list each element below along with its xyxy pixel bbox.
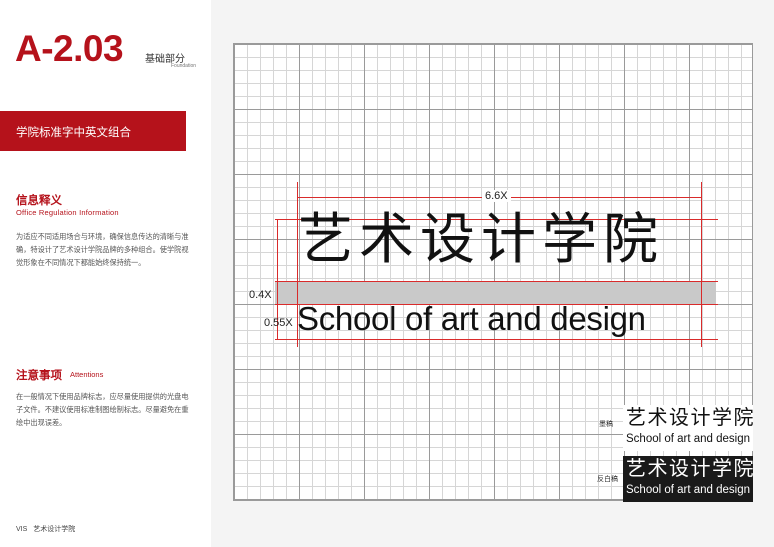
logo-chinese: 艺术设计学院 bbox=[298, 208, 665, 270]
logo-english: School of art and design bbox=[297, 300, 646, 337]
reverse-variant-en: School of art and design bbox=[626, 484, 751, 496]
info-heading-en: Office Regulation Information bbox=[16, 208, 119, 217]
en-height-dimension-label: 0.55X bbox=[264, 317, 293, 329]
guide-cn-baseline bbox=[275, 281, 718, 282]
section-title-en: Foundation bbox=[171, 63, 197, 69]
reverse-variant: 艺术设计学院 School of art and design bbox=[623, 456, 755, 502]
ink-variant: 艺术设计学院 School of art and design bbox=[623, 405, 755, 451]
title-bar-text: 学院标准字中英文组合 bbox=[16, 127, 131, 139]
attentions-body: 在一般情况下使用品牌标志，应尽量使用提供的光盘电子文件。不建议使用标准制图绘制标… bbox=[16, 392, 189, 427]
reverse-variant-label: 反白稿 bbox=[597, 476, 618, 483]
info-body: 为适应不同适用场合与环境，确保信息传达的清晰与准确，特设计了艺术设计学院品牌的多… bbox=[16, 232, 189, 267]
width-dimension-label: 6.6X bbox=[482, 190, 511, 202]
left-panel: A-2.03 基础部分 Foundation 学院标准字中英文组合 信息释义 O… bbox=[0, 0, 211, 547]
ink-variant-label: 墨稿 bbox=[599, 421, 613, 428]
attentions-heading-en: Attentions bbox=[70, 370, 104, 379]
info-heading-cn: 信息释义 bbox=[16, 195, 62, 207]
ink-variant-en: School of art and design bbox=[626, 433, 751, 445]
title-bar: 学院标准字中英文组合 bbox=[0, 111, 186, 151]
footer: VIS 艺术设计学院 bbox=[16, 524, 75, 534]
footer-name: 艺术设计学院 bbox=[33, 526, 76, 533]
guide-right-line bbox=[701, 182, 702, 347]
reverse-variant-cn: 艺术设计学院 bbox=[626, 458, 755, 480]
ink-variant-cn: 艺术设计学院 bbox=[626, 407, 755, 429]
page-code: A-2.03 bbox=[15, 28, 124, 69]
guide-en-baseline bbox=[275, 339, 718, 340]
footer-vis: VIS bbox=[16, 526, 28, 533]
gap-dimension-label: 0.4X bbox=[249, 289, 272, 301]
attentions-heading-cn: 注意事项 bbox=[16, 370, 62, 382]
